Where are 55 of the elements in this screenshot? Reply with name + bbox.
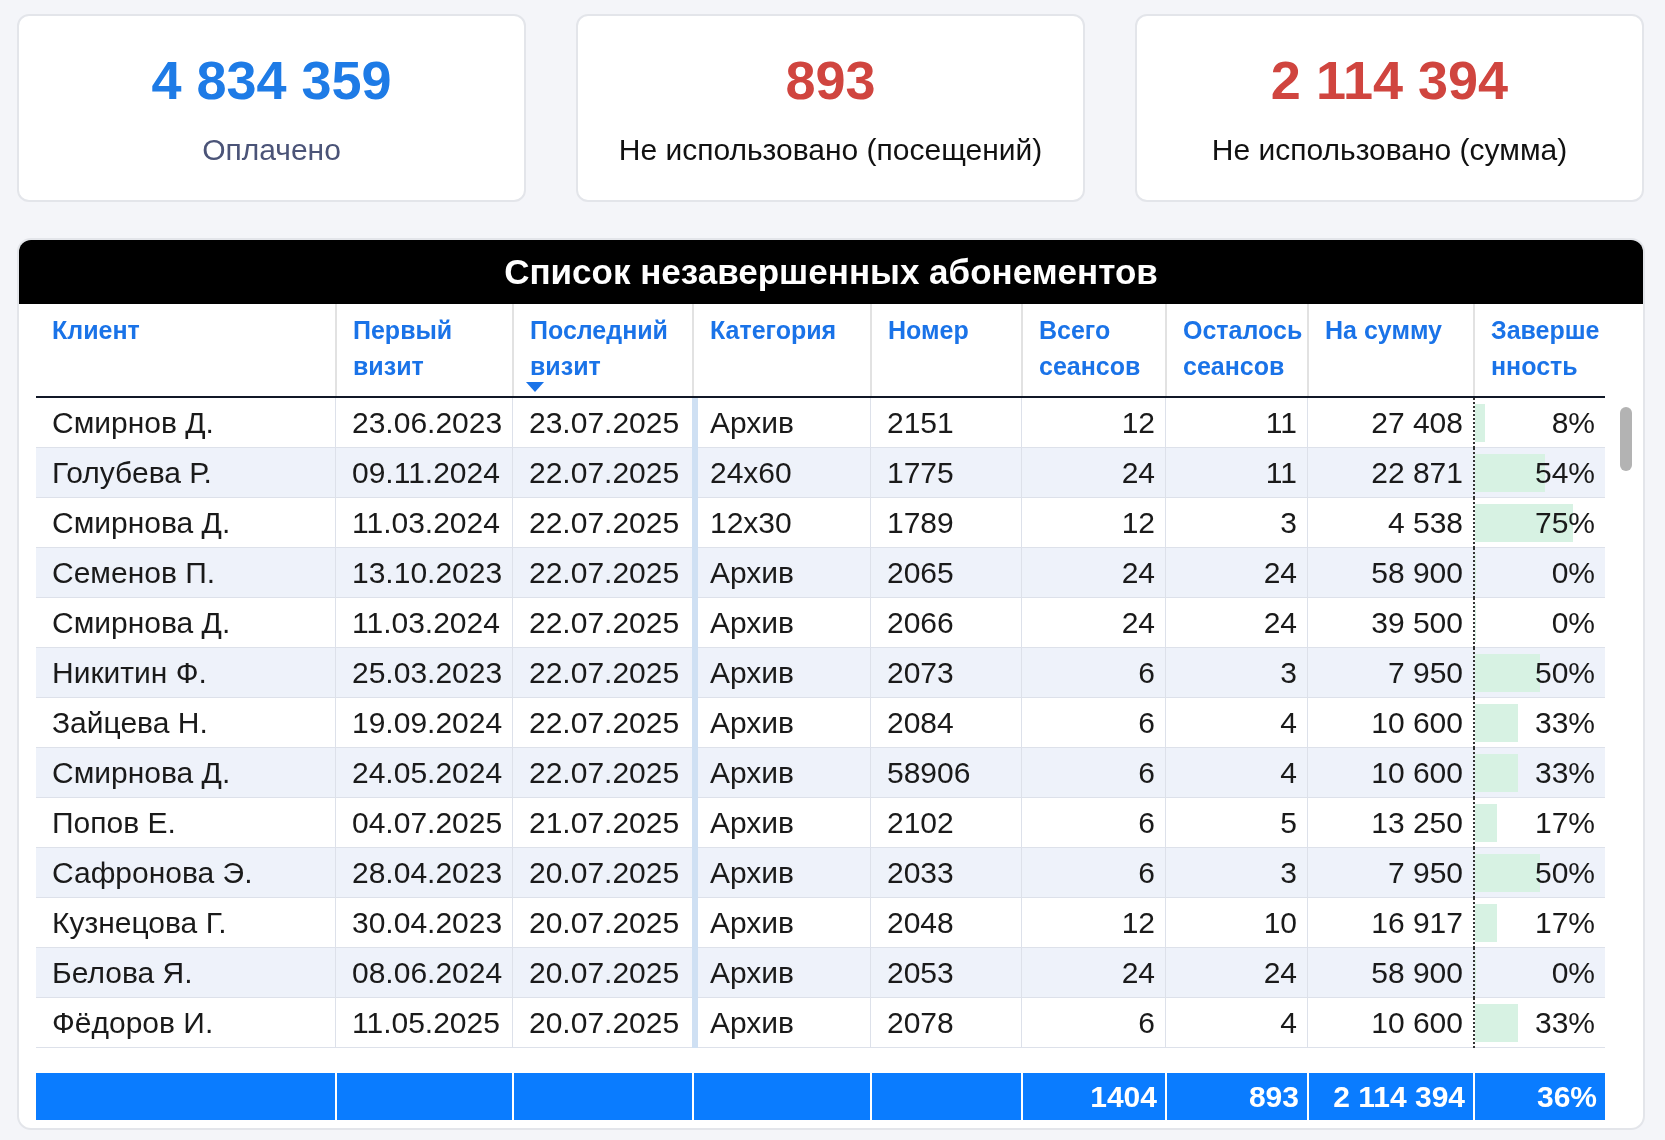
stat-label: Оплачено	[202, 133, 341, 167]
table-cell-text: Сафронова Э.	[51, 855, 254, 891]
table-cell-text: Смирнов Д.	[51, 405, 215, 441]
column-header[interactable]: На сумму	[1307, 304, 1473, 396]
table-cell-text: 50%	[1534, 655, 1595, 691]
total-value: 1404	[1090, 1080, 1157, 1113]
table-cell: 6	[1021, 998, 1165, 1048]
column-header[interactable]: Завершенность	[1473, 304, 1605, 396]
column-header[interactable]: Первый визит	[335, 304, 512, 396]
total-value: 2 114 394	[1333, 1080, 1465, 1113]
scrollbar-thumb[interactable]	[1620, 407, 1632, 471]
stat-value: 4 834 359	[151, 49, 392, 111]
table-cell-text: 33%	[1534, 1005, 1595, 1041]
stat-label: Не использовано (посещений)	[618, 133, 1043, 167]
column-header[interactable]: Номер	[870, 304, 1021, 396]
table-cell-text: Кузнецова Г.	[51, 905, 228, 941]
table-cell-text: Никитин Ф.	[51, 655, 208, 691]
table-cell: Архив	[692, 998, 870, 1048]
total-value: 36%	[1536, 1080, 1597, 1113]
table-cell: 10 600	[1307, 998, 1473, 1048]
column-header[interactable]: Всего сеансов	[1021, 304, 1165, 396]
column-header[interactable]: Осталось сеансов	[1165, 304, 1307, 396]
table-cell-text: 0%	[1551, 555, 1595, 591]
table-cell-text: Фёдоров И.	[51, 1005, 215, 1041]
table-cell: 2078	[870, 998, 1021, 1048]
total-value: 893	[1248, 1080, 1299, 1113]
table-title: Список незавершенных абонементов	[19, 240, 1643, 304]
table-cell-text: 54%	[1534, 455, 1595, 491]
table-cell-text: Семенов П.	[51, 555, 217, 591]
column-header[interactable]: Категория	[692, 304, 870, 396]
table-cell-text: 33%	[1534, 755, 1595, 791]
table-cell-text: 33%	[1534, 705, 1595, 741]
table-cell-text: 17%	[1534, 805, 1595, 841]
table-cell-text: 75%	[1534, 505, 1595, 541]
sort-arrow-icon	[526, 382, 544, 392]
table-cell-text: 0%	[1551, 605, 1595, 641]
table-cell: 20.07.2025	[512, 998, 692, 1048]
column-header[interactable]: Клиент	[36, 304, 335, 396]
stat-label: Не использовано (сумма)	[1211, 133, 1568, 167]
stat-value: 2 114 394	[1270, 49, 1509, 111]
table-cell-text: Зайцева Н.	[51, 705, 209, 741]
table-cell-text: Белова Я.	[51, 955, 194, 991]
table-cell-text: Смирнова Д.	[51, 505, 232, 541]
stat-value: 893	[785, 49, 876, 111]
table-cell-text: 50%	[1534, 855, 1595, 891]
table-cell-text: 8%	[1551, 405, 1595, 441]
table-cell-text: Смирнова Д.	[51, 605, 232, 641]
table-cell-text: Смирнова Д.	[51, 755, 232, 791]
table-cell: 11.05.2025	[335, 998, 512, 1048]
table-cell-text: Голубева Р.	[51, 455, 213, 491]
column-header[interactable]: Последний визит	[512, 304, 692, 396]
table-cell-text: Попов Е.	[51, 805, 177, 841]
table-cell-text: 0%	[1551, 955, 1595, 991]
table-cell: 4	[1165, 998, 1307, 1048]
table-cell-text: 17%	[1534, 905, 1595, 941]
